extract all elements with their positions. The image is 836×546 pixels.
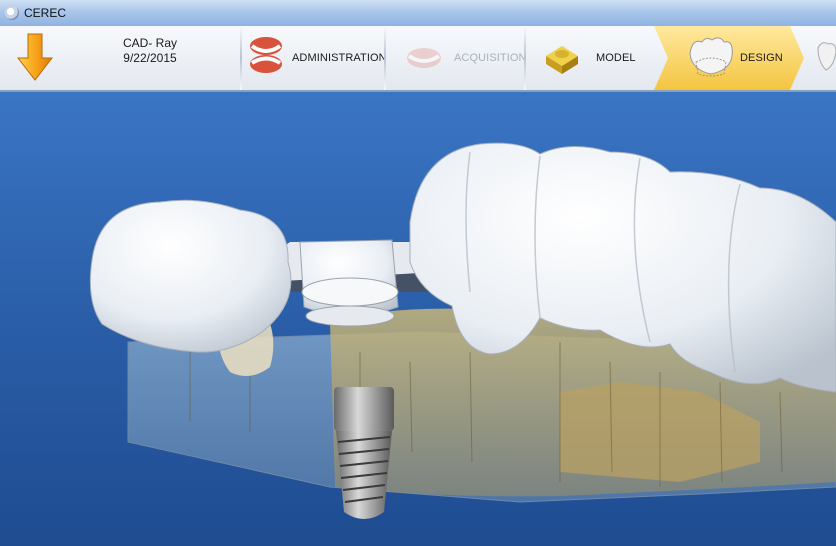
divider: [384, 26, 386, 90]
crown-icon: [689, 37, 733, 77]
step-label: MODEL: [596, 52, 636, 64]
model-block-icon: [546, 46, 578, 74]
cerec-app-icon: [5, 6, 19, 20]
step-model[interactable]: MODEL: [530, 26, 656, 90]
step-label: ADMINISTRATION: [292, 52, 387, 64]
tooth-icon: [817, 42, 836, 71]
arrow-down-icon: [16, 33, 54, 81]
case-name: CAD- Ray: [122, 36, 177, 50]
step-next[interactable]: [812, 26, 836, 90]
crown-left: [89, 199, 292, 353]
design-3d-viewport[interactable]: [0, 92, 836, 546]
denture-icon: [250, 37, 282, 73]
back-button[interactable]: [8, 30, 62, 86]
step-acquisition[interactable]: ACQUISITION: [390, 26, 527, 90]
divider: [524, 26, 526, 90]
case-date: 9/22/2015: [123, 51, 177, 65]
abutment-cylinder: [299, 239, 399, 327]
step-label: ACQUISITION: [454, 52, 527, 64]
dental-model-render: [89, 142, 836, 519]
title-bar: CEREC: [0, 0, 836, 27]
step-administration[interactable]: ADMINISTRATION: [242, 26, 387, 90]
window-title: CEREC: [24, 6, 67, 20]
implant-fixture: [334, 387, 394, 519]
case-info: CAD- Ray 9/22/2015: [62, 36, 238, 66]
step-label: DESIGN: [740, 52, 783, 64]
scan-icon: [407, 48, 441, 68]
workflow-toolbar: CAD- Ray 9/22/2015 ADMINISTRATION ACQUIS…: [0, 26, 836, 92]
step-design[interactable]: DESIGN: [654, 26, 804, 90]
